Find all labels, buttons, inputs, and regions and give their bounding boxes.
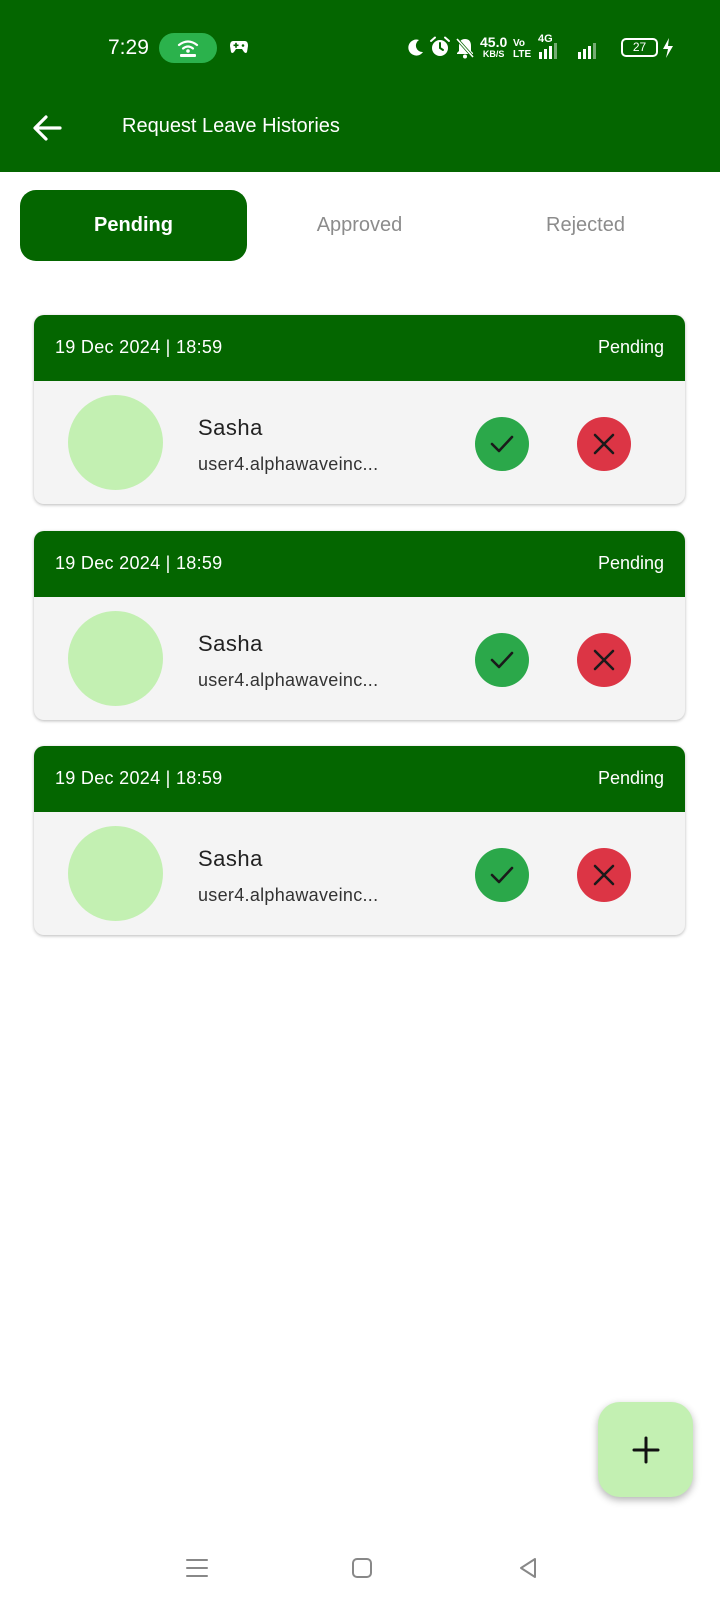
battery-icon: 27	[621, 38, 658, 57]
status-bar: 7:29 45.0 KB/S Vo LTE 4G 27	[0, 0, 720, 96]
back-button[interactable]	[30, 110, 66, 146]
nav-home-button[interactable]	[342, 1548, 382, 1588]
menu-icon	[186, 1559, 208, 1577]
status-time: 7:29	[108, 36, 149, 59]
reject-button[interactable]	[577, 417, 631, 471]
request-date: 19 Dec 2024 | 18:59	[55, 337, 223, 357]
user-email: user4.alphawaveinc...	[198, 454, 379, 474]
status-tabs: Pending Approved Rejected	[20, 190, 700, 262]
user-email: user4.alphawaveinc...	[198, 670, 379, 690]
tab-approved[interactable]: Approved	[246, 190, 473, 261]
volte-indicator: Vo LTE	[513, 38, 531, 60]
reject-button[interactable]	[577, 848, 631, 902]
back-arrow-icon	[33, 115, 62, 141]
tab-rejected[interactable]: Rejected	[472, 190, 699, 261]
volte-bottom: LTE	[513, 49, 532, 60]
app-bar: Request Leave Histories	[0, 96, 720, 172]
volte-top: Vo	[513, 38, 526, 49]
alarm-icon	[430, 36, 450, 56]
net-speed: 45.0 KB/S	[480, 34, 508, 59]
moon-icon	[408, 39, 423, 56]
card-header: 19 Dec 2024 | 18:59 Pending	[34, 315, 685, 381]
page-title: Request Leave Histories	[122, 115, 340, 137]
check-icon	[490, 866, 514, 884]
avatar	[68, 826, 163, 921]
charging-icon	[663, 38, 673, 58]
tab-pending[interactable]: Pending	[20, 190, 247, 261]
signal-icon-sim2	[578, 43, 596, 59]
game-controller-icon	[230, 41, 248, 53]
add-request-button[interactable]	[598, 1402, 693, 1497]
leave-request-card: 19 Dec 2024 | 18:59 Pending Sasha user4.…	[34, 531, 685, 720]
card-header: 19 Dec 2024 | 18:59 Pending	[34, 531, 685, 597]
check-icon	[490, 435, 514, 453]
avatar	[68, 395, 163, 490]
net-speed-unit: KB/S	[482, 49, 505, 59]
request-status: Pending	[597, 337, 664, 357]
approve-button[interactable]	[475, 633, 529, 687]
battery-level: 27	[632, 40, 647, 54]
user-name: Sasha	[198, 846, 263, 871]
hotspot-indicator	[159, 33, 217, 63]
hotspot-icon	[177, 40, 199, 57]
avatar	[68, 611, 163, 706]
user-name: Sasha	[198, 631, 263, 656]
request-date: 19 Dec 2024 | 18:59	[55, 553, 223, 573]
system-nav-bar	[0, 1536, 720, 1600]
user-email: user4.alphawaveinc...	[198, 885, 379, 905]
close-icon	[593, 433, 615, 455]
leave-request-card: 19 Dec 2024 | 18:59 Pending Sasha user4.…	[34, 315, 685, 504]
approve-button[interactable]	[475, 848, 529, 902]
check-icon	[490, 651, 514, 669]
plus-icon	[632, 1436, 659, 1463]
leave-request-card: 19 Dec 2024 | 18:59 Pending Sasha user4.…	[34, 746, 685, 935]
back-triangle-icon	[520, 1558, 536, 1578]
mute-bell-icon	[455, 38, 475, 59]
home-square-icon	[352, 1558, 372, 1578]
card-header: 19 Dec 2024 | 18:59 Pending	[34, 746, 685, 812]
request-status: Pending	[597, 768, 664, 788]
approve-button[interactable]	[475, 417, 529, 471]
nav-back-button[interactable]	[508, 1548, 548, 1588]
net-speed-value: 45.0	[480, 34, 508, 50]
nav-menu-button[interactable]	[177, 1548, 217, 1588]
close-icon	[593, 864, 615, 886]
request-status: Pending	[597, 553, 664, 573]
signal-icon	[539, 43, 557, 59]
reject-button[interactable]	[577, 633, 631, 687]
user-name: Sasha	[198, 415, 263, 440]
request-date: 19 Dec 2024 | 18:59	[55, 768, 223, 788]
close-icon	[593, 649, 615, 671]
